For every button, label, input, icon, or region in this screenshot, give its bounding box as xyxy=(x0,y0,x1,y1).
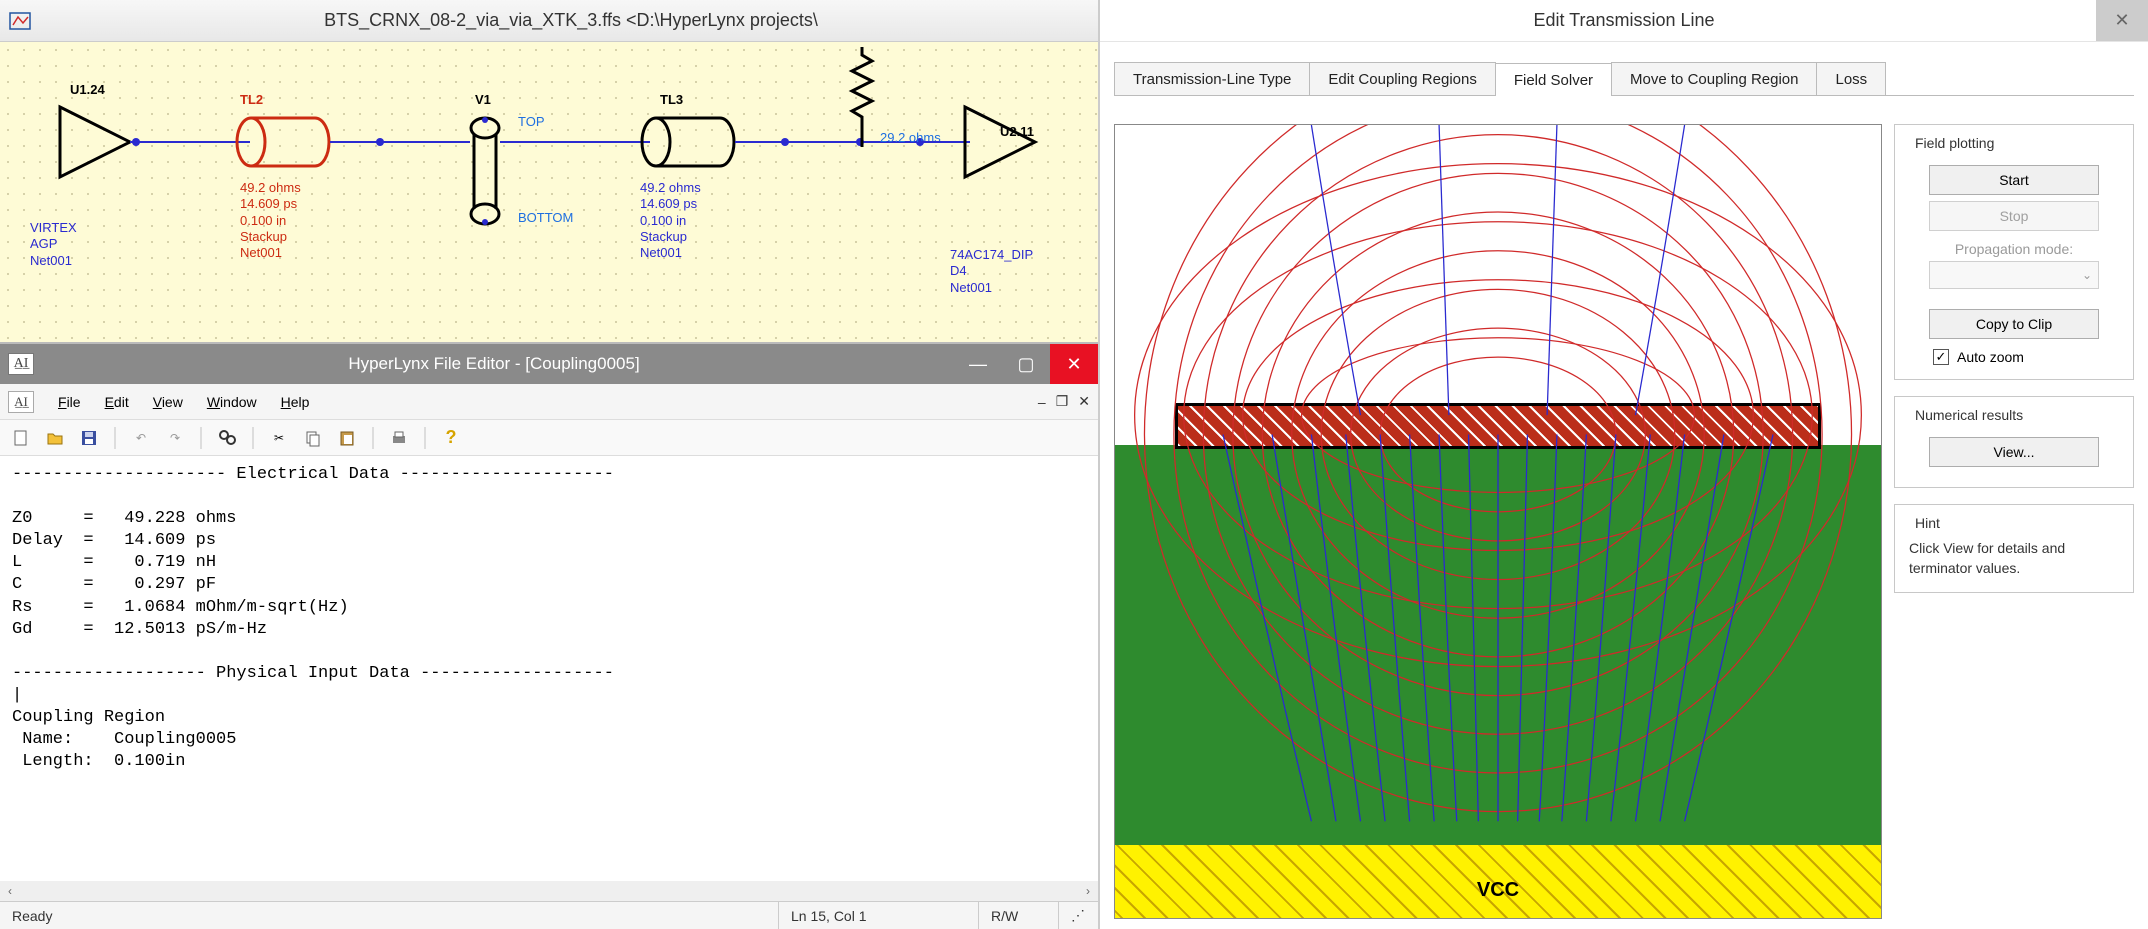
hint-group: Hint Click View for details and terminat… xyxy=(1894,504,2134,593)
dialog-titlebar[interactable]: Edit Transmission Line ✕ xyxy=(1100,0,2148,42)
schematic-title: BTS_CRNX_08-2_via_via_XTK_3.ffs <D:\Hype… xyxy=(44,10,1098,31)
field-solver-view[interactable]: VCC xyxy=(1114,124,1882,919)
u2-symbol[interactable] xyxy=(955,102,1045,182)
tab-row: Transmission-Line Type Edit Coupling Reg… xyxy=(1114,60,2134,96)
help-icon[interactable]: ? xyxy=(438,425,464,451)
v1-top-label: TOP xyxy=(518,114,545,129)
editor-menubar: A̲I̲ File Edit View Window Help – ❐ ✕ xyxy=(0,384,1098,420)
dialog-close-button[interactable]: ✕ xyxy=(2096,0,2148,41)
tab-edit-coupling-regions[interactable]: Edit Coupling Regions xyxy=(1309,62,1495,95)
new-file-icon[interactable] xyxy=(8,425,34,451)
redo-icon[interactable]: ↷ xyxy=(162,425,188,451)
chevron-down-icon: ⌄ xyxy=(2082,268,2092,282)
mdi-close-button[interactable]: ✕ xyxy=(1078,393,1090,410)
status-resize-grip[interactable]: ⋰ xyxy=(1058,902,1098,929)
schematic-titlebar: BTS_CRNX_08-2_via_via_XTK_3.ffs <D:\Hype… xyxy=(0,0,1098,42)
v1-ref: V1 xyxy=(475,92,491,107)
auto-zoom-checkbox[interactable]: ✓ Auto zoom xyxy=(1933,349,2119,365)
cut-icon[interactable]: ✂ xyxy=(266,425,292,451)
numerical-results-group: Numerical results View... xyxy=(1894,396,2134,488)
close-button[interactable]: ✕ xyxy=(1050,344,1098,384)
tl3-ref: TL3 xyxy=(660,92,683,107)
tab-transmission-line-type[interactable]: Transmission-Line Type xyxy=(1114,62,1310,95)
editor-doc-icon: A̲I̲ xyxy=(8,391,34,413)
dialog-side-panel: Field plotting Start Stop Propagation mo… xyxy=(1894,124,2134,919)
wire-u1-tl2 xyxy=(130,141,250,145)
right-dialog: Edit Transmission Line ✕ Transmission-Li… xyxy=(1100,0,2148,929)
u1-symbol[interactable] xyxy=(50,102,140,182)
hint-legend: Hint xyxy=(1911,515,1944,531)
editor-statusbar: Ready Ln 15, Col 1 R/W ⋰ xyxy=(0,901,1098,929)
paste-icon[interactable] xyxy=(334,425,360,451)
menu-help[interactable]: Help xyxy=(281,394,310,410)
tl3-symbol[interactable] xyxy=(640,114,740,174)
editor-text[interactable]: --------------------- Electrical Data --… xyxy=(0,456,1098,781)
dialog-title: Edit Transmission Line xyxy=(1533,10,1714,31)
menu-file[interactable]: File xyxy=(58,394,81,410)
schematic-canvas[interactable]: U1.24 VIRTEX AGP Net001 TL2 49.2 ohms 14… xyxy=(0,42,1098,342)
auto-zoom-label: Auto zoom xyxy=(1957,349,2024,365)
editor-toolbar: ↶ ↷ ✂ ? xyxy=(0,420,1098,456)
copy-icon[interactable] xyxy=(300,425,326,451)
tab-move-to-coupling-region[interactable]: Move to Coupling Region xyxy=(1611,62,1817,95)
stop-button: Stop xyxy=(1929,201,2099,231)
print-icon[interactable] xyxy=(386,425,412,451)
u1-lines: VIRTEX AGP Net001 xyxy=(30,220,77,269)
v1-bottom-label: BOTTOM xyxy=(518,210,573,225)
editor-titlebar[interactable]: A̲I̲ HyperLynx File Editor - [Coupling00… xyxy=(0,344,1098,384)
tl2-symbol[interactable] xyxy=(235,114,335,174)
resistor-symbol[interactable] xyxy=(850,47,880,147)
status-readwrite: R/W xyxy=(978,902,1058,929)
tab-field-solver[interactable]: Field Solver xyxy=(1495,63,1612,96)
start-button[interactable]: Start xyxy=(1929,165,2099,195)
minimize-button[interactable]: — xyxy=(954,344,1002,384)
propagation-mode-combo: ⌄ xyxy=(1929,261,2099,289)
menu-edit[interactable]: Edit xyxy=(105,394,129,410)
tab-loss[interactable]: Loss xyxy=(1816,62,1886,95)
left-pane: BTS_CRNX_08-2_via_via_XTK_3.ffs <D:\Hype… xyxy=(0,0,1100,929)
u2-lines: 74AC174_DIP D4 Net001 xyxy=(950,247,1033,296)
tl2-lines: 49.2 ohms 14.609 ps 0.100 in Stackup Net… xyxy=(240,180,301,261)
scroll-right-icon[interactable]: › xyxy=(1078,881,1098,901)
tl2-ref: TL2 xyxy=(240,92,263,107)
propagation-mode-label: Propagation mode: xyxy=(1909,241,2119,257)
mdi-minimize-button[interactable]: – xyxy=(1038,394,1046,410)
schematic-app-icon xyxy=(6,9,34,33)
menu-view[interactable]: View xyxy=(153,394,183,410)
editor-app-icon: A̲I̲ xyxy=(8,353,34,375)
undo-icon[interactable]: ↶ xyxy=(128,425,154,451)
root: BTS_CRNX_08-2_via_via_XTK_3.ffs <D:\Hype… xyxy=(0,0,2148,929)
editor-body[interactable]: --------------------- Electrical Data --… xyxy=(0,456,1098,901)
status-position: Ln 15, Col 1 xyxy=(778,902,978,929)
file-editor-window: A̲I̲ HyperLynx File Editor - [Coupling00… xyxy=(0,342,1098,929)
mdi-restore-button[interactable]: ❐ xyxy=(1056,393,1069,410)
copy-to-clip-button[interactable]: Copy to Clip xyxy=(1929,309,2099,339)
editor-title: HyperLynx File Editor - [Coupling0005] xyxy=(34,354,954,374)
wire-tl2-v1 xyxy=(330,141,470,145)
status-ready: Ready xyxy=(0,902,778,929)
numerical-results-legend: Numerical results xyxy=(1911,407,2027,423)
save-icon[interactable] xyxy=(76,425,102,451)
maximize-button[interactable]: ▢ xyxy=(1002,344,1050,384)
dialog-body: VCC xyxy=(1100,102,2148,929)
menu-window[interactable]: Window xyxy=(207,394,257,410)
scroll-left-icon[interactable]: ‹ xyxy=(0,881,20,901)
v1-symbol[interactable] xyxy=(460,114,510,229)
open-file-icon[interactable] xyxy=(42,425,68,451)
horizontal-scrollbar[interactable]: ‹ › xyxy=(0,881,1098,901)
wire-v1-tl3 xyxy=(500,141,650,145)
field-plotting-legend: Field plotting xyxy=(1911,135,1998,151)
view-button[interactable]: View... xyxy=(1929,437,2099,467)
tl3-lines: 49.2 ohms 14.609 ps 0.100 in Stackup Net… xyxy=(640,180,701,261)
find-icon[interactable] xyxy=(214,425,240,451)
checkbox-icon[interactable]: ✓ xyxy=(1933,349,1949,365)
u1-ref: U1.24 xyxy=(70,82,105,97)
hint-text: Click View for details and terminator va… xyxy=(1909,539,2119,578)
u2-ref: U2.11 xyxy=(1000,124,1034,139)
field-plotting-group: Field plotting Start Stop Propagation mo… xyxy=(1894,124,2134,380)
field-lines xyxy=(1115,125,1881,918)
